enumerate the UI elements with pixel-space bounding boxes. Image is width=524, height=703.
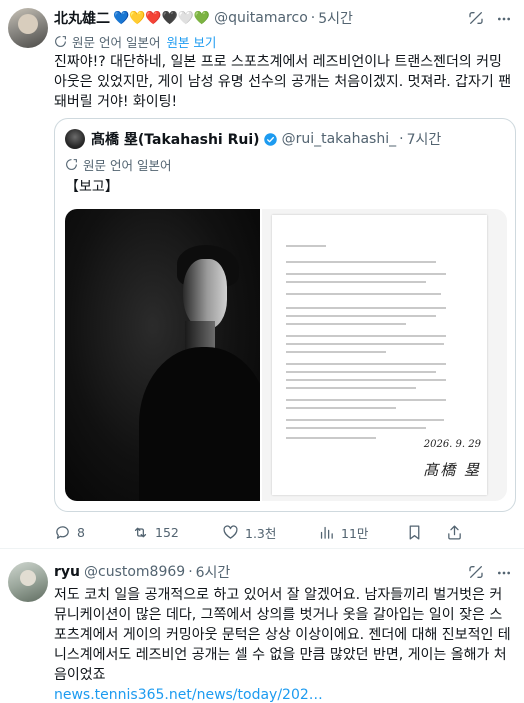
show-original-link[interactable]: 원본 보기	[166, 32, 216, 51]
quoted-tweet[interactable]: 髙橋 塁(Takahashi Rui) @rui_takahashi_ · 7시…	[54, 118, 516, 512]
author-handle[interactable]: @quitamarco	[214, 10, 308, 26]
photo-face	[183, 259, 227, 329]
separator-dot: ·	[399, 131, 404, 147]
translation-label: 원문 언어 일본어	[72, 34, 161, 50]
quote-media[interactable]: 2026. 9. 29 髙橋 塁	[65, 209, 507, 501]
separator-dot: ·	[188, 564, 193, 580]
verified-icon	[263, 132, 277, 146]
quote-text: 【보고】	[65, 179, 119, 195]
share-button[interactable]	[446, 520, 463, 544]
quote-author-handle[interactable]: @rui_takahashi_	[282, 131, 397, 147]
quote-translation-bar: 원문 언어 일본어	[65, 155, 171, 173]
timestamp[interactable]: 6시간	[196, 562, 231, 582]
document-date: 2026. 9. 29	[423, 439, 481, 450]
repost-icon	[134, 527, 147, 537]
repost-count: 152	[155, 524, 179, 540]
statement-document-image[interactable]: 2026. 9. 29 髙橋 塁	[262, 209, 507, 501]
more-icon[interactable]	[494, 563, 514, 583]
quote-avatar[interactable]	[65, 129, 85, 149]
quote-timestamp[interactable]: 7시간	[407, 129, 442, 149]
views-icon	[320, 526, 333, 539]
more-icon[interactable]	[494, 9, 514, 29]
like-count: 1.3천	[245, 525, 277, 541]
author-name[interactable]: 北丸雄二	[54, 8, 110, 28]
author-name[interactable]: ryu	[54, 564, 80, 580]
translation-bar: 원문 언어 일본어 원본 보기	[54, 32, 216, 50]
author-handle[interactable]: @custom8969	[84, 564, 185, 580]
quote-translation-label: 원문 언어 일본어	[83, 157, 172, 173]
bookmark-button[interactable]	[406, 520, 423, 544]
separator-dot: ·	[310, 10, 316, 26]
quote-header: 髙橋 塁(Takahashi Rui) @rui_takahashi_ · 7시…	[91, 129, 441, 149]
tweet-header: ryu @custom8969 · 6시간	[54, 562, 480, 582]
like-button[interactable]: 1.3천	[222, 520, 276, 544]
bookmark-icon	[409, 524, 420, 540]
translate-icon	[55, 35, 66, 47]
tweet-text: 진짜야!? 대단하네, 일본 프로 스포츠계에서 레즈비언이나 트랜스젠더의 커…	[54, 54, 512, 110]
views-button[interactable]: 11만	[318, 520, 368, 544]
tweet-body: 저도 코치 일을 공개적으로 하고 있어서 잘 알겠어요. 남자들끼리 벌거벗은…	[54, 587, 511, 683]
reply-icon	[56, 525, 69, 539]
timestamp[interactable]: 5시간	[318, 8, 353, 28]
article-link[interactable]: news.tennis365.net/news/today/202…	[54, 687, 323, 703]
grok-icon[interactable]	[468, 564, 484, 580]
document-signature: 髙橋 塁	[423, 461, 481, 479]
like-icon	[223, 524, 238, 539]
translate-icon	[66, 158, 77, 170]
portrait-photo[interactable]	[65, 209, 260, 501]
grok-icon[interactable]	[468, 10, 484, 26]
reply-count: 8	[77, 524, 85, 540]
name-emoji: 💙💛❤️🖤🤍💚	[113, 10, 211, 26]
tweet-text: 저도 코치 일을 공개적으로 하고 있어서 잘 알겠어요. 남자들끼리 벌거벗은…	[54, 585, 512, 703]
quote-author-name[interactable]: 髙橋 塁(Takahashi Rui)	[91, 129, 260, 149]
avatar[interactable]	[8, 8, 48, 48]
reply-button[interactable]: 8	[54, 520, 85, 544]
share-icon	[448, 524, 461, 540]
views-count: 11만	[341, 525, 369, 541]
tweet-actions: 8 152 1.3천 11만	[54, 520, 512, 544]
tweet-header: 北丸雄二 💙💛❤️🖤🤍💚 @quitamarco · 5시간	[54, 8, 480, 28]
avatar[interactable]	[8, 562, 48, 602]
photo-shoulders	[139, 347, 260, 501]
document-paper	[272, 215, 487, 495]
repost-button[interactable]: 152	[132, 520, 179, 544]
